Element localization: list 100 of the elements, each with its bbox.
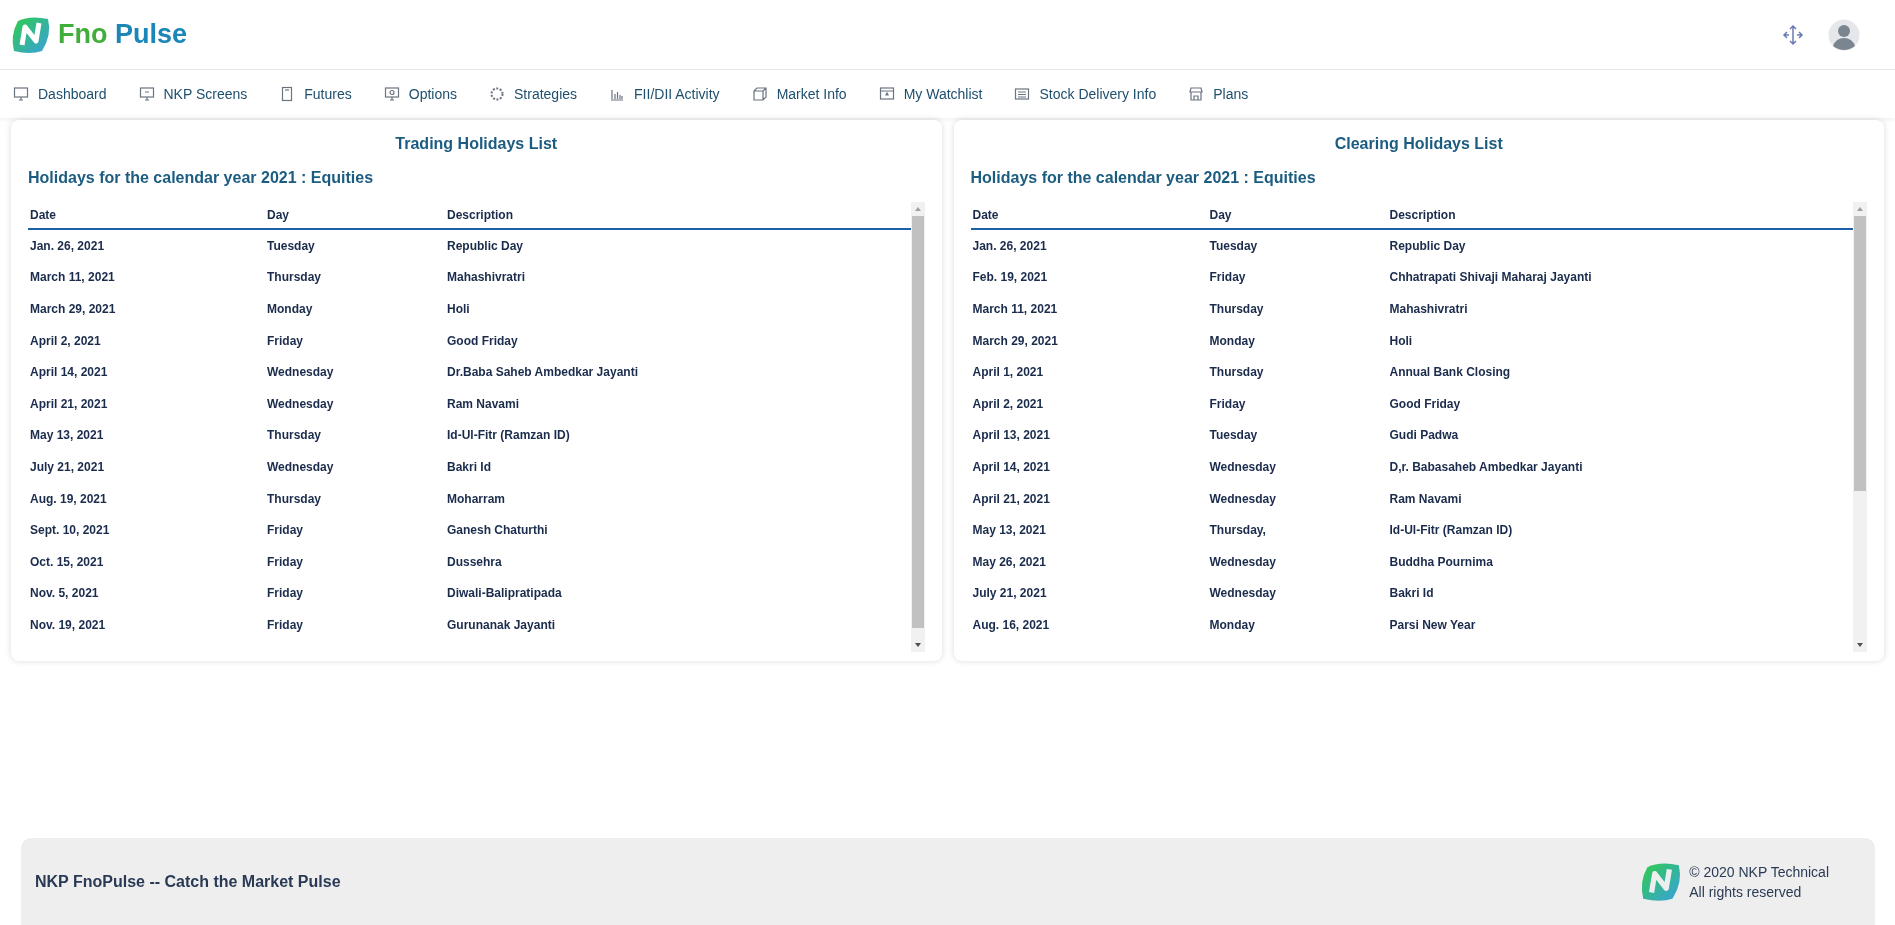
nav-link[interactable]: FII/DII Activity	[609, 83, 720, 105]
nav-link[interactable]: Strategies	[489, 83, 578, 105]
table-cell-text: Mahashivratri	[1388, 301, 1469, 318]
table-cell-text: March 11, 2021	[971, 301, 1059, 318]
table-cell-text: Good Friday	[446, 332, 519, 350]
table-cell-text: Wednesday	[1208, 553, 1277, 571]
nav-link[interactable]: Market Info	[751, 83, 847, 105]
nav-link[interactable]: Dashboard	[13, 83, 107, 105]
logo-icon	[10, 14, 52, 55]
table-cell-text: Mahashivratri	[446, 269, 527, 287]
table-cell-text: Nov. 19, 2021	[29, 616, 107, 634]
table-cell-text: Parsi New Year	[1388, 616, 1477, 634]
table-cell-text: Thursday	[266, 490, 322, 508]
table-cell-text: Jan. 26, 2021	[971, 237, 1048, 255]
table-cell-text: May 13, 2021	[29, 427, 105, 445]
table-cell-text: Wednesday	[266, 458, 335, 476]
table-cell-text: Republic Day	[1388, 237, 1467, 255]
table-cell-text: April 2, 2021	[29, 332, 102, 350]
table-cell-text: Dr.Baba Saheb Ambedkar Jayanti	[446, 364, 639, 382]
avatar-icon[interactable]	[1828, 18, 1860, 51]
table-cell-text: Thursday	[266, 427, 322, 445]
table-cell-text: Tuesday	[1208, 427, 1259, 445]
table-cell-text: Aug. 16, 2021	[971, 616, 1051, 634]
table-cell-text: April 2, 2021	[971, 395, 1045, 413]
table-cell-text: Friday	[266, 616, 304, 634]
nav-link[interactable]: Stock Delivery Info	[1014, 83, 1157, 105]
table-cell-text: July 21, 2021	[29, 458, 106, 476]
nav-link[interactable]: Futures	[279, 83, 352, 105]
table-cell-text: Monday	[1208, 332, 1256, 350]
table-cell-text: Friday	[266, 522, 304, 540]
table-cell-text: Monday	[266, 301, 314, 318]
table-cell-text: Oct. 15, 2021	[29, 553, 105, 571]
table-cell-text: March 29, 2021	[29, 301, 117, 318]
card-subtitle: Holidays for the calendar year 2021 : Equities	[28, 168, 375, 188]
table-cell-text: Friday	[266, 585, 304, 603]
table-cell-text: Gurunanak Jayanti	[446, 616, 557, 634]
column-header: Date	[29, 207, 57, 224]
rights-text: All rights reserved	[1689, 882, 1803, 902]
table-cell-text: Nov. 5, 2021	[29, 585, 100, 603]
table-cell-text: April 1, 2021	[971, 364, 1045, 382]
card-subtitle: Holidays for the calendar year 2021 : Equities	[970, 168, 1317, 188]
table-cell-text: Moharram	[446, 490, 506, 508]
table-cell-text: Buddha Pournima	[1388, 553, 1494, 571]
table-cell-text: Gudi Padwa	[1388, 427, 1460, 445]
table-cell-text: Ram Navami	[446, 395, 521, 413]
table-cell-text: Thursday,	[1208, 522, 1267, 540]
footer-tagline: NKP FnoPulse -- Catch the Market Pulse	[35, 871, 341, 892]
table-cell-text: Thursday	[266, 269, 322, 287]
table-cell-text: Id-Ul-Fitr (Ramzan ID)	[1388, 522, 1514, 540]
table-cell-text: March 29, 2021	[971, 332, 1059, 350]
table-cell-text: Ganesh Chaturthi	[446, 522, 549, 540]
table-cell-text: Friday	[266, 332, 304, 350]
table-cell-text: April 21, 2021	[29, 395, 109, 413]
table-cell-text: Tuesday	[266, 237, 316, 255]
table-cell-text: Id-Ul-Fitr (Ramzan ID)	[446, 427, 571, 445]
table-cell-text: Sept. 10, 2021	[29, 522, 111, 540]
table-cell-text: Diwali-Balipratipada	[446, 585, 563, 603]
table-cell-text: Bakri Id	[446, 458, 492, 476]
table-cell-text: Monday	[1208, 616, 1256, 634]
nav-link[interactable]: NKP Screens	[138, 83, 248, 105]
nav-link[interactable]: Plans	[1188, 83, 1249, 105]
store-icon	[1188, 86, 1205, 102]
table-cell-text: Tuesday	[1208, 237, 1259, 255]
table-cell-text: Holi	[446, 301, 471, 318]
table-cell-text: Wednesday	[1208, 458, 1277, 476]
column-header: Description	[1388, 207, 1457, 224]
table-cell-text: May 13, 2021	[971, 522, 1047, 540]
fullscreen-icon[interactable]	[1782, 23, 1804, 46]
table-cell-text: Wednesday	[1208, 490, 1277, 508]
scrollbar-drawing[interactable]	[910, 202, 925, 652]
nav-link[interactable]: My Watchlist	[878, 83, 983, 105]
table-cell-text: April 14, 2021	[971, 458, 1051, 476]
table-cell-text: May 26, 2021	[971, 553, 1047, 571]
table-cell-text: Good Friday	[1388, 395, 1462, 413]
table-cell-text: Annual Bank Closing	[1388, 364, 1512, 382]
brand-name[interactable]: Fno Pulse	[58, 14, 188, 55]
table-cell-text: Holi	[1388, 332, 1414, 350]
table-cell-text: Wednesday	[266, 364, 335, 382]
table-cell-text: Bakri Id	[1388, 585, 1435, 603]
table-cell-text: Thursday	[1208, 301, 1265, 318]
table-cell-text: D,r. Babasaheb Ambedkar Jayanti	[1388, 458, 1584, 476]
table-cell-text: Feb. 19, 2021	[971, 269, 1049, 287]
table-cell-text: Friday	[1208, 395, 1247, 413]
copyright-text: © 2020 NKP Technical	[1689, 862, 1829, 882]
box-icon	[751, 86, 768, 102]
column-header: Day	[1208, 207, 1233, 224]
table-cell-text: Friday	[266, 553, 304, 571]
document-icon	[1014, 86, 1031, 102]
table-cell-text: Republic Day	[446, 237, 525, 255]
column-header: Date	[971, 207, 1000, 224]
table-cell-text: Wednesday	[1208, 585, 1277, 603]
table-cell-text: Friday	[1208, 269, 1247, 287]
nav-link[interactable]: Options	[383, 83, 457, 105]
table-cell-text: Wednesday	[266, 395, 335, 413]
scrollbar-drawing[interactable]	[1853, 202, 1867, 652]
table-cell-text: Jan. 26, 2021	[29, 237, 106, 255]
table-cell-text: April 14, 2021	[29, 364, 109, 382]
table-cell-text: March 11, 2021	[29, 269, 116, 287]
table-cell-text: Ram Navami	[1388, 490, 1463, 508]
table-cell-text: Aug. 19, 2021	[29, 490, 108, 508]
